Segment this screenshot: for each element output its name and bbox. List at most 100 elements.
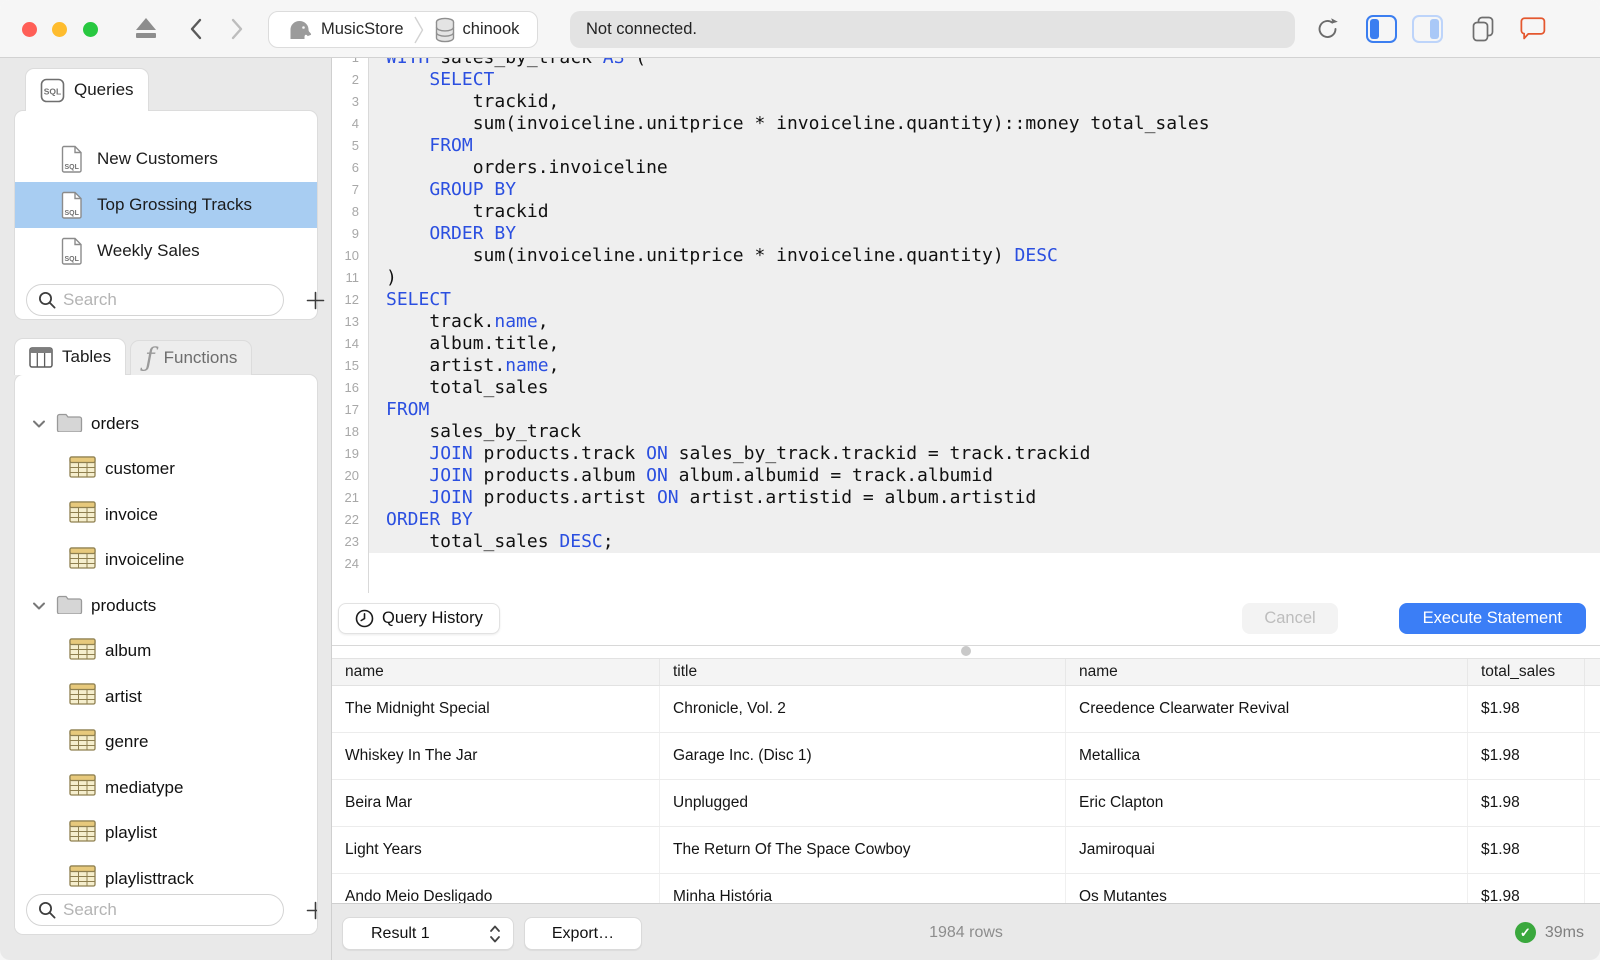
column-header-title[interactable]: title [660, 659, 1066, 685]
resize-handle[interactable] [961, 646, 971, 656]
column-header-total_sales[interactable]: total_sales [1468, 659, 1585, 685]
row-count: 1984 rows [929, 923, 1003, 941]
chevron-right-icon [231, 18, 243, 40]
duration-label: 39ms [1544, 923, 1584, 941]
feedback-chat-button[interactable] [1518, 15, 1548, 43]
cancel-button[interactable]: Cancel [1242, 603, 1338, 634]
refresh-button[interactable] [1314, 15, 1342, 43]
zoom-window-button[interactable] [83, 22, 98, 37]
code-line-7: 7 GROUP BY [332, 179, 1600, 201]
query-item[interactable]: SQL New Customers [15, 136, 317, 182]
tree-item-products[interactable]: products [15, 583, 317, 629]
gutter-separator [368, 58, 369, 593]
back-button[interactable] [183, 16, 209, 42]
export-button[interactable]: Export… [524, 917, 642, 950]
sql-badge-icon: SQL [40, 78, 65, 102]
tab-queries-label: Queries [74, 80, 134, 99]
code-line-12: 12 SELECT [332, 289, 1600, 311]
table-cell[interactable]: $1.98 [1468, 686, 1585, 732]
table-cell[interactable]: Unplugged [660, 780, 1066, 826]
table-cell[interactable]: Light Years [332, 827, 660, 873]
tree-item-playlist[interactable]: playlist [15, 811, 317, 857]
tree-item-customer[interactable]: customer [15, 447, 317, 493]
line-number: 1 [332, 58, 368, 69]
sql-editor[interactable]: 1WITH sales_by_track AS (2 SELECT3 track… [332, 58, 1600, 593]
close-window-button[interactable] [22, 22, 37, 37]
chevron-down-icon[interactable] [32, 414, 46, 434]
add-table-button[interactable] [302, 894, 317, 926]
code-line-2: 2 SELECT [332, 69, 1600, 91]
add-query-button[interactable] [302, 284, 328, 316]
table-cell[interactable]: Creedence Clearwater Revival [1066, 686, 1468, 732]
code-line-16: 16 total_sales [332, 377, 1600, 399]
table-cell[interactable]: The Return Of The Space Cowboy [660, 827, 1066, 873]
query-item[interactable]: SQL Weekly Sales [15, 228, 317, 274]
query-item-label: Top Grossing Tracks [97, 195, 252, 214]
tree-item-artist[interactable]: artist [15, 674, 317, 720]
database-icon [435, 17, 454, 42]
table-cell[interactable]: Whiskey In The Jar [332, 733, 660, 779]
tab-tables[interactable]: Tables [14, 338, 127, 375]
column-header-name[interactable]: name [1066, 659, 1468, 685]
tree-item-mediatype[interactable]: mediatype [15, 765, 317, 811]
table-cell [1585, 733, 1600, 779]
table-icon [69, 638, 96, 660]
table-cell[interactable]: $1.98 [1468, 733, 1585, 779]
execute-statement-button[interactable]: Execute Statement [1398, 603, 1586, 634]
line-number: 2 [351, 72, 359, 87]
breadcrumb-separator-icon [413, 16, 423, 43]
table-cell[interactable]: Chronicle, Vol. 2 [660, 686, 1066, 732]
tables-search-row [15, 892, 317, 928]
table-cell[interactable]: Garage Inc. (Disc 1) [660, 733, 1066, 779]
queries-search-input[interactable] [26, 284, 284, 316]
table-label: genre [105, 732, 149, 752]
code-line-14: 14 album.title, [332, 333, 1600, 355]
sidebar: SQL Queries SQL New Customers SQL Top Gross… [0, 58, 332, 960]
table-icon [69, 729, 96, 751]
table-cell[interactable]: Metallica [1066, 733, 1468, 779]
folder-icon [56, 413, 83, 433]
tab-functions[interactable]: ƒ Functions [130, 340, 253, 375]
table-cell[interactable]: $1.98 [1468, 780, 1585, 826]
table-label: invoiceline [105, 550, 185, 570]
toggle-right-sidebar-button[interactable] [1412, 15, 1443, 43]
table-cell[interactable]: $1.98 [1468, 827, 1585, 873]
breadcrumb-database[interactable]: chinook [426, 17, 528, 43]
table-columns-icon [29, 346, 53, 368]
svg-text:SQL: SQL [65, 256, 80, 263]
table-label: mediatype [105, 777, 184, 797]
minimize-window-button[interactable] [52, 22, 67, 37]
plus-icon [306, 901, 317, 919]
chevron-down-icon [33, 420, 45, 428]
tree-item-orders[interactable]: orders [15, 401, 317, 447]
table-cell [1585, 827, 1600, 873]
query-item-label: New Customers [97, 149, 218, 168]
breadcrumb-server[interactable]: MusicStore [279, 18, 412, 42]
code-line-20: 20 JOIN products.album ON album.albumid … [332, 465, 1600, 487]
sql-file-icon: SQL [61, 145, 82, 173]
tree-item-genre[interactable]: genre [15, 720, 317, 766]
forward-button[interactable] [224, 16, 250, 42]
tables-tree: orders customer invoice invoiceline products… [15, 401, 317, 902]
tab-queries[interactable]: SQL Queries [25, 68, 149, 111]
table-cell[interactable]: Beira Mar [332, 780, 660, 826]
chevron-down-icon[interactable] [32, 596, 46, 616]
table-cell[interactable]: Jamiroquai [1066, 827, 1468, 873]
query-history-button[interactable]: Query History [338, 603, 500, 634]
line-number: 19 [344, 446, 359, 461]
toggle-left-sidebar-button[interactable] [1366, 15, 1397, 43]
column-header-name[interactable]: name [332, 659, 660, 685]
table-cell[interactable]: Eric Clapton [1066, 780, 1468, 826]
query-item[interactable]: SQL Top Grossing Tracks [15, 182, 317, 228]
line-number: 17 [344, 402, 359, 417]
eject-disconnect-icon[interactable] [134, 17, 158, 41]
tree-item-invoiceline[interactable]: invoiceline [15, 538, 317, 584]
result-selector[interactable]: Result 1 [342, 917, 514, 950]
duplicate-window-button[interactable] [1468, 15, 1498, 43]
tree-item-album[interactable]: album [15, 629, 317, 675]
table-cell[interactable]: The Midnight Special [332, 686, 660, 732]
title-bar: MusicStore chinook Not connected. [0, 0, 1600, 58]
tree-item-invoice[interactable]: invoice [15, 492, 317, 538]
table-icon [69, 865, 96, 887]
tables-search-input[interactable] [26, 894, 284, 926]
